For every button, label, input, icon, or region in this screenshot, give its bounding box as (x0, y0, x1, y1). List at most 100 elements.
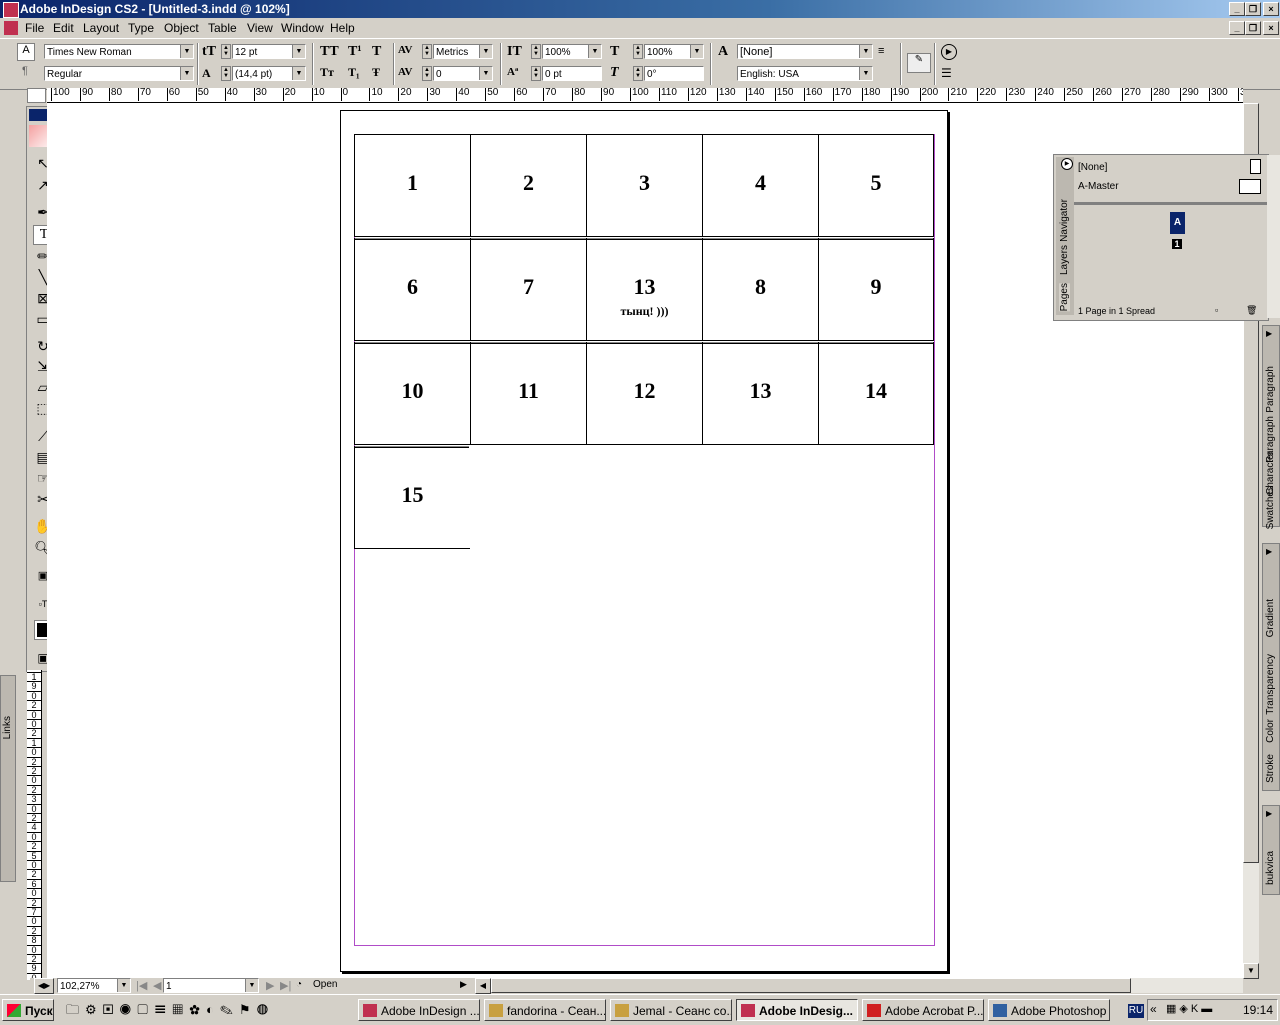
skew-stepper[interactable]: ▲ ▼ (633, 66, 643, 81)
tracking-stepper[interactable]: ▲ ▼ (422, 66, 432, 81)
task-indesign-1[interactable]: Adobe InDesign ... (358, 999, 480, 1021)
menu-type[interactable]: Type (128, 21, 154, 35)
page-1-thumb[interactable]: A (1170, 212, 1185, 234)
panel-menu-icon[interactable]: ▶ (941, 44, 957, 60)
tab-pages[interactable]: Pages (1059, 283, 1070, 312)
task-jemal[interactable]: Jemal - Сеанс со... (610, 999, 732, 1021)
menu-file[interactable]: File (25, 21, 44, 35)
restore-button[interactable]: ❐ (1245, 2, 1261, 16)
table-cell[interactable]: 3 (586, 134, 702, 237)
task-photoshop[interactable]: Adobe Photoshop (988, 999, 1110, 1021)
links-panel-tab[interactable]: Links (0, 675, 16, 882)
menu-table[interactable]: Table (208, 21, 237, 35)
control-menu-icon[interactable]: ☰ (941, 66, 955, 80)
table-cell[interactable]: 14 (818, 342, 934, 445)
font-style-select[interactable]: Regular ▼ (44, 66, 194, 81)
last-page-button[interactable]: ▶| (280, 979, 291, 992)
table-cell[interactable]: 6 (354, 238, 470, 341)
table-cell[interactable]: 13 (702, 342, 818, 445)
leading-field[interactable]: (14,4 pt) ▼ (232, 66, 306, 81)
superscript-icon[interactable]: T¹ (348, 44, 362, 60)
table-cell[interactable]: 8 (702, 238, 818, 341)
panel-options-icon[interactable]: ≡ (878, 45, 894, 57)
horizontal-scroll-thumb[interactable] (491, 978, 1131, 993)
scroll-left-button[interactable]: ◀ (475, 978, 491, 994)
baseline-shift-stepper[interactable]: ▲ ▼ (531, 66, 541, 81)
task-indesign-active[interactable]: Adobe InDesig... (736, 999, 858, 1021)
tab-bukvica[interactable]: bukvica (1265, 851, 1276, 885)
tab-stroke[interactable]: Stroke (1265, 754, 1276, 783)
tab-transparency[interactable]: Transparency (1265, 654, 1276, 715)
menu-help[interactable]: Help (330, 21, 355, 35)
first-page-button[interactable]: |◀ (136, 979, 147, 992)
table-cell[interactable]: 2 (470, 134, 586, 237)
character-mode-button[interactable]: A (17, 43, 35, 61)
horizontal-scale-stepper[interactable]: ▲ ▼ (633, 44, 643, 59)
table-cell[interactable]: 13 тынц! ))) (586, 238, 702, 341)
horizontal-scrollbar[interactable]: ◀ (475, 978, 1243, 994)
table-cell[interactable]: 9 (818, 238, 934, 341)
table[interactable]: 1 2 3 4 5 6 7 13 тынц! ))) 8 9 10 11 12 13 14 15 (354, 134, 934, 549)
font-size-stepper[interactable]: ▲ ▼ (221, 44, 231, 59)
quick-launch-bar[interactable]: 🗀⚙▣◉▢☰▦✿◐✎⚑◍ (66, 1001, 346, 1019)
skew-field[interactable]: 0° (644, 66, 704, 81)
start-button[interactable]: Пуск (2, 999, 54, 1021)
prev-page-button[interactable]: ◀ (153, 979, 161, 992)
status-arrow-icon[interactable]: ▶ (460, 979, 467, 990)
document-icon[interactable] (4, 21, 18, 35)
horizontal-scale-field[interactable]: 100% ▼ (644, 44, 704, 59)
none-page-thumb[interactable] (1250, 159, 1261, 174)
delete-page-icon[interactable]: 🗑︎ (1246, 305, 1257, 316)
task-fandorina[interactable]: fandorina - Сеан... (484, 999, 606, 1021)
table-cell[interactable]: 10 (354, 342, 470, 445)
language-indicator[interactable]: RU (1128, 1004, 1144, 1018)
baseline-shift-field[interactable]: 0 pt (542, 66, 602, 81)
leading-stepper[interactable]: ▲ ▼ (221, 66, 231, 81)
table-cell[interactable]: 11 (470, 342, 586, 445)
vertical-scale-field[interactable]: 100% ▼ (542, 44, 602, 59)
next-page-button[interactable]: ▶ (266, 979, 274, 992)
table-cell[interactable]: 1 (354, 134, 470, 237)
menu-view[interactable]: View (247, 21, 273, 35)
page-number-field[interactable]: 1 ▼ (163, 978, 259, 993)
tray-expand-icon[interactable]: « (1150, 1002, 1157, 1016)
doc-restore-button[interactable]: ❐ (1245, 21, 1261, 35)
close-button[interactable]: × (1263, 2, 1279, 16)
panel-menu-icon[interactable]: ▶ (1061, 158, 1073, 170)
font-family-select[interactable]: Times New Roman ▼ (44, 44, 194, 59)
small-caps-icon[interactable]: Tт (320, 65, 334, 80)
menu-edit[interactable]: Edit (53, 21, 74, 35)
scroll-down-button[interactable]: ▼ (1243, 963, 1259, 979)
minimize-button[interactable]: _ (1229, 2, 1245, 16)
quick-apply-icon[interactable]: ✎ (907, 53, 931, 73)
status-menu-button[interactable]: ◀▶ (34, 978, 54, 994)
table-cell[interactable]: 7 (470, 238, 586, 341)
font-size-field[interactable]: 12 pt ▼ (232, 44, 306, 59)
kerning-field[interactable]: Metrics ▼ (433, 44, 493, 59)
group3-menu-icon[interactable]: ▶ (1266, 809, 1272, 818)
task-acrobat[interactable]: Adobe Acrobat P... (862, 999, 984, 1021)
zoom-field[interactable]: 102,27% ▼ (57, 978, 131, 993)
tab-layers[interactable]: Layers (1059, 245, 1070, 275)
character-style-select[interactable]: [None] ▼ (737, 44, 873, 59)
pages-panel-scrollbar[interactable] (1267, 155, 1280, 318)
doc-close-button[interactable]: × (1263, 21, 1279, 35)
group1-menu-icon[interactable]: ▶ (1266, 329, 1272, 338)
table-cell[interactable]: 4 (702, 134, 818, 237)
table-cell[interactable]: 12 (586, 342, 702, 445)
menu-window[interactable]: Window (281, 21, 324, 35)
tab-paragraph[interactable]: Paragraph (1265, 366, 1276, 413)
menu-layout[interactable]: Layout (83, 21, 119, 35)
none-master-label[interactable]: [None] (1078, 162, 1107, 173)
tray-icons[interactable]: ▦◈K▬ (1166, 1002, 1215, 1015)
tab-color[interactable]: Color (1265, 719, 1276, 743)
table-cell[interactable]: 5 (818, 134, 934, 237)
ruler-origin-icon[interactable] (27, 88, 46, 103)
tab-swatches[interactable]: Swatches (1265, 486, 1276, 529)
table-cell[interactable]: 15 (354, 446, 470, 549)
panel-divider[interactable] (1074, 202, 1268, 205)
tab-navigator[interactable]: Navigator (1059, 199, 1070, 242)
strikethrough-icon[interactable]: Ŧ (372, 65, 380, 80)
kerning-stepper[interactable]: ▲ ▼ (422, 44, 432, 59)
tracking-field[interactable]: 0 ▼ (433, 66, 493, 81)
